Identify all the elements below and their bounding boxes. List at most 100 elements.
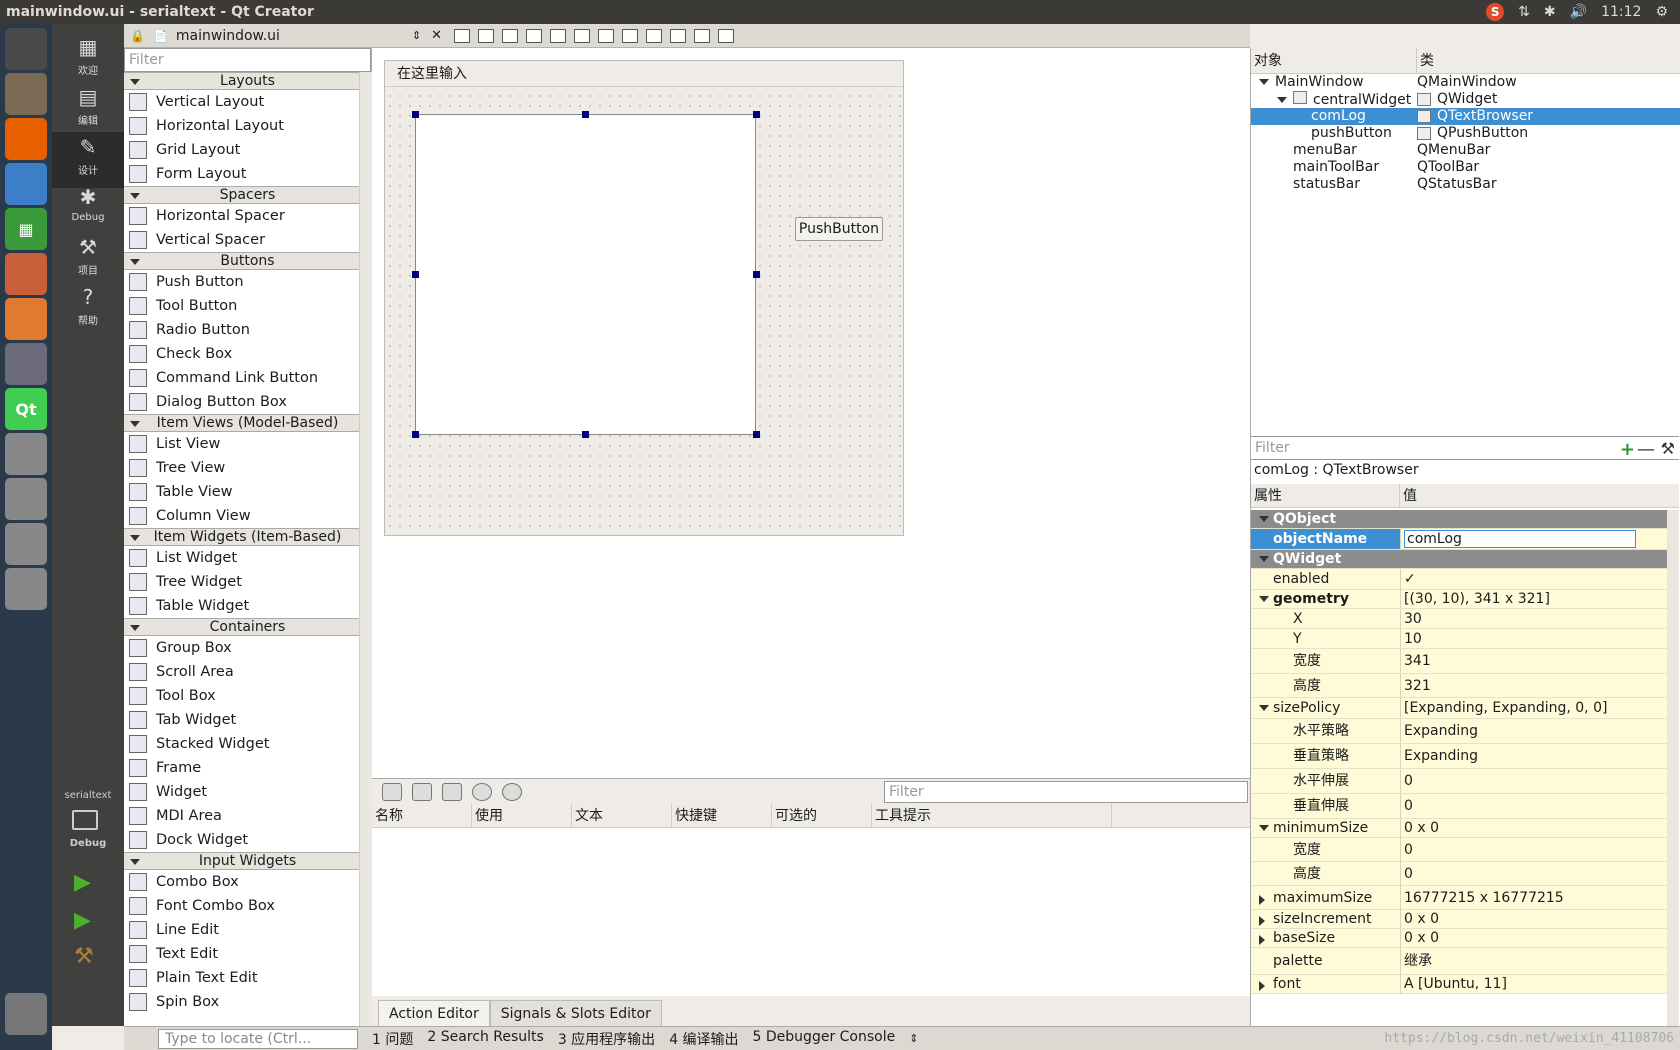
- files-icon[interactable]: [5, 73, 47, 115]
- widget-item[interactable]: Group Box: [124, 636, 371, 660]
- writer-icon[interactable]: [5, 163, 47, 205]
- property-value[interactable]: 继承: [1400, 948, 1667, 974]
- edit-widgets-icon[interactable]: [454, 28, 471, 43]
- widget-category[interactable]: Buttons: [124, 252, 371, 270]
- property-row[interactable]: X 30: [1251, 609, 1667, 629]
- selection-handle[interactable]: [582, 111, 589, 118]
- widget-item[interactable]: Vertical Spacer: [124, 228, 371, 252]
- property-row[interactable]: maximumSize 16777215 x 16777215: [1251, 886, 1667, 910]
- output-tab[interactable]: 1 问题: [372, 1029, 413, 1049]
- widget-item[interactable]: Plain Text Edit: [124, 966, 371, 990]
- action-column-header[interactable]: 工具提示: [872, 804, 1112, 827]
- output-tab[interactable]: 2 Search Results: [427, 1029, 543, 1049]
- property-row[interactable]: 宽度 341: [1251, 649, 1667, 674]
- widget-item[interactable]: Push Button: [124, 270, 371, 294]
- power-icon[interactable]: ⚙: [1655, 4, 1668, 20]
- property-value[interactable]: 0: [1400, 794, 1667, 818]
- widget-item[interactable]: Table Widget: [124, 594, 371, 618]
- trash-icon[interactable]: [5, 993, 47, 1035]
- expand-arrow-icon[interactable]: [1259, 705, 1269, 711]
- property-row[interactable]: objectName comLog: [1251, 529, 1667, 550]
- value-column-header[interactable]: 值: [1400, 484, 1417, 507]
- property-scrollbar[interactable]: [1667, 510, 1679, 1026]
- widget-category[interactable]: Spacers: [124, 186, 371, 204]
- widget-item[interactable]: List Widget: [124, 546, 371, 570]
- class-column-header[interactable]: 类: [1417, 48, 1434, 73]
- property-filter-input[interactable]: Filter: [1255, 440, 1290, 456]
- object-tree-row[interactable]: centralWidget QWidget: [1251, 91, 1680, 108]
- widget-item[interactable]: MDI Area: [124, 804, 371, 828]
- property-value[interactable]: 0: [1400, 862, 1667, 885]
- menu-placeholder[interactable]: 在这里输入: [393, 66, 471, 82]
- action-settings-icon[interactable]: [502, 782, 522, 801]
- widget-item[interactable]: Tree View: [124, 456, 371, 480]
- property-row[interactable]: enabled ✓: [1251, 569, 1667, 590]
- object-tree-row[interactable]: MainWindow QMainWindow: [1251, 74, 1680, 91]
- kit-monitor-icon[interactable]: [72, 810, 98, 830]
- property-value[interactable]: [Expanding, Expanding, 0, 0]: [1400, 698, 1667, 718]
- paste-action-icon[interactable]: [442, 782, 462, 801]
- widget-item[interactable]: Vertical Layout: [124, 90, 371, 114]
- widget-item[interactable]: Frame: [124, 756, 371, 780]
- mode-4[interactable]: ⚒ 项目: [52, 232, 124, 288]
- delete-action-icon[interactable]: [472, 782, 492, 801]
- widget-item[interactable]: Combo Box: [124, 870, 371, 894]
- tab-signals-slots-editor[interactable]: Signals & Slots Editor: [489, 1000, 662, 1026]
- expand-arrow-icon[interactable]: [1259, 894, 1265, 905]
- expand-arrow-icon[interactable]: [1259, 935, 1265, 945]
- clock[interactable]: 11:12: [1601, 4, 1641, 20]
- widget-category[interactable]: Input Widgets: [124, 852, 371, 870]
- widget-item[interactable]: Widget: [124, 780, 371, 804]
- property-row[interactable]: sizePolicy [Expanding, Expanding, 0, 0]: [1251, 698, 1667, 719]
- layout-grid-icon[interactable]: [646, 28, 663, 43]
- remove-property-icon[interactable]: —: [1637, 439, 1655, 460]
- selection-handle[interactable]: [753, 431, 760, 438]
- mode-0[interactable]: ▦ 欢迎: [52, 32, 124, 88]
- drive-icon[interactable]: [5, 523, 47, 565]
- sogou-icon[interactable]: S: [1486, 3, 1505, 21]
- volume-icon[interactable]: 🔊: [1570, 4, 1587, 20]
- settings-icon[interactable]: [5, 343, 47, 385]
- widget-item[interactable]: List View: [124, 432, 371, 456]
- output-tab[interactable]: 4 编译输出: [669, 1029, 738, 1049]
- new-action-icon[interactable]: [382, 782, 402, 801]
- widget-item[interactable]: Tab Widget: [124, 708, 371, 732]
- drive-icon[interactable]: [5, 568, 47, 610]
- mode-2[interactable]: ✎ 设计: [52, 132, 124, 188]
- close-file-icon[interactable]: ✕: [431, 28, 442, 43]
- property-value[interactable]: 0 x 0: [1400, 819, 1667, 837]
- widget-item[interactable]: Stacked Widget: [124, 732, 371, 756]
- edit-signals-icon[interactable]: [478, 28, 495, 43]
- property-row[interactable]: baseSize 0 x 0: [1251, 929, 1667, 948]
- property-value[interactable]: [(30, 10), 341 x 321]: [1400, 590, 1667, 608]
- action-filter-input[interactable]: Filter: [884, 781, 1248, 803]
- property-value[interactable]: 16777215 x 16777215: [1400, 886, 1667, 909]
- text-browser-comlog[interactable]: [412, 111, 760, 438]
- widget-item[interactable]: Form Layout: [124, 162, 371, 186]
- layout-vertical-icon[interactable]: [574, 28, 591, 43]
- add-property-icon[interactable]: +: [1620, 439, 1635, 460]
- form-menubar[interactable]: 在这里输入: [385, 61, 903, 87]
- property-row[interactable]: palette 继承: [1251, 948, 1667, 975]
- property-value[interactable]: 30: [1400, 609, 1667, 628]
- drive-icon[interactable]: [5, 433, 47, 475]
- widget-item[interactable]: Check Box: [124, 342, 371, 366]
- property-value[interactable]: 0 x 0: [1400, 929, 1667, 947]
- widget-item[interactable]: Dock Widget: [124, 828, 371, 852]
- collapse-arrow-icon[interactable]: [1259, 556, 1269, 562]
- property-row[interactable]: 水平伸展 0: [1251, 769, 1667, 794]
- locator-input[interactable]: Type to locate (Ctrl...: [158, 1028, 358, 1049]
- action-column-header[interactable]: 快捷键: [672, 804, 772, 827]
- expand-arrow-icon[interactable]: [1277, 97, 1287, 103]
- property-value[interactable]: 321: [1400, 674, 1667, 697]
- dash-icon[interactable]: [5, 28, 47, 70]
- widget-item[interactable]: Tool Box: [124, 684, 371, 708]
- property-row[interactable]: 高度 0: [1251, 862, 1667, 886]
- selection-handle[interactable]: [412, 431, 419, 438]
- widget-item[interactable]: Tree Widget: [124, 570, 371, 594]
- action-column-header[interactable]: 使用: [472, 804, 572, 827]
- property-row[interactable]: geometry [(30, 10), 341 x 321]: [1251, 590, 1667, 609]
- widget-item[interactable]: Command Link Button: [124, 366, 371, 390]
- selection-handle[interactable]: [412, 271, 419, 278]
- qt-icon[interactable]: Qt: [5, 388, 47, 430]
